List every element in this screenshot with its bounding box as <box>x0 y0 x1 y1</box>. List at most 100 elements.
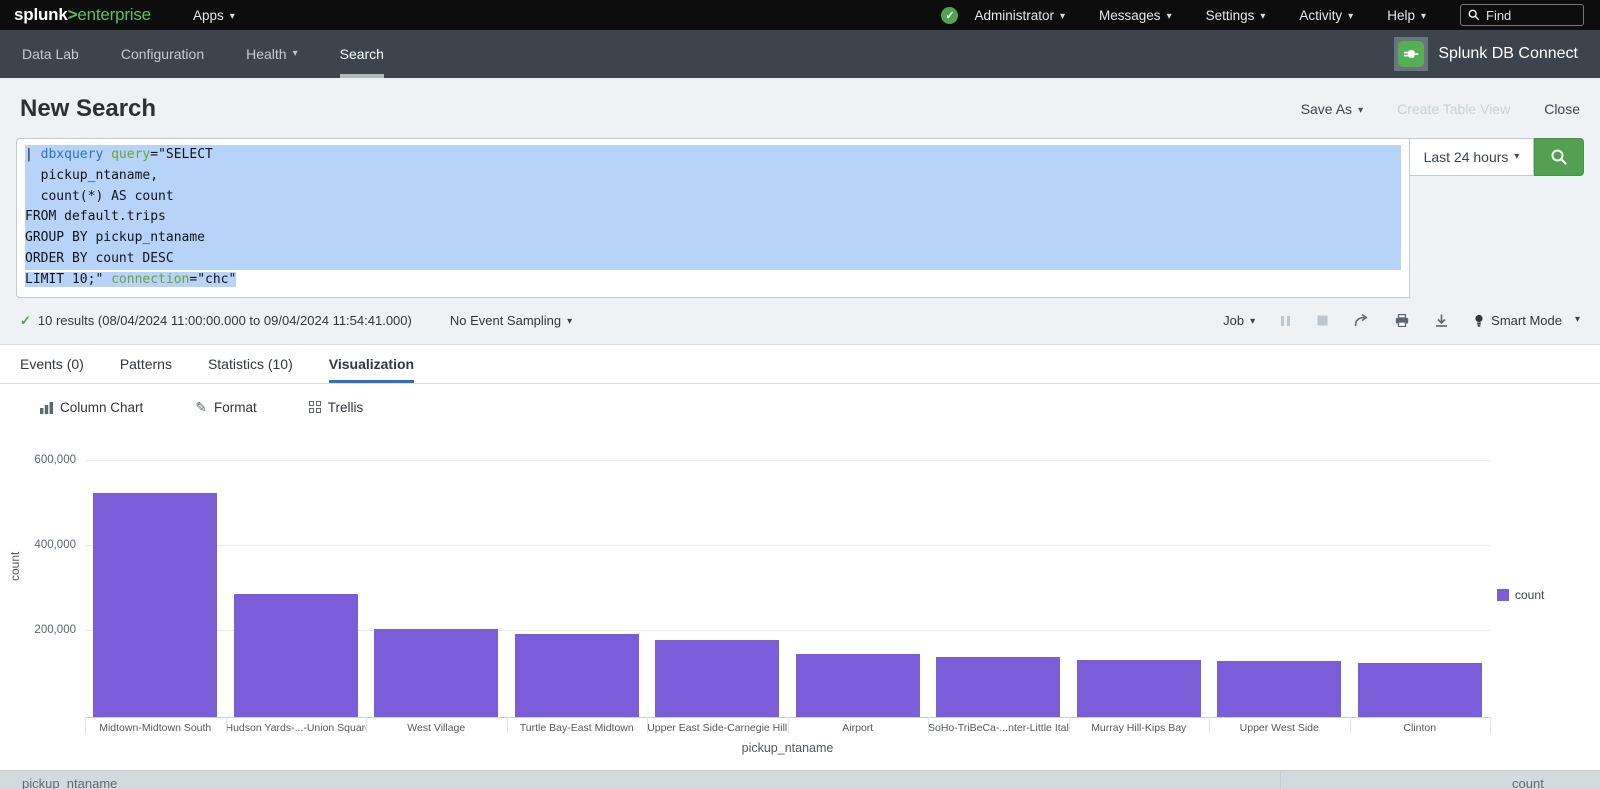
x-tick-label: Clinton <box>1350 722 1491 734</box>
query-line: | dbxquery query="SELECT <box>25 145 1401 166</box>
tab-statistics[interactable]: Statistics (10) <box>208 345 293 383</box>
chart-bar[interactable] <box>374 629 498 717</box>
lightbulb-icon <box>1474 314 1484 328</box>
job-done-check-icon: ✓ <box>20 313 31 329</box>
column-chart: count pickup_ntaname count 200,000400,00… <box>0 431 1600 761</box>
job-menu[interactable]: Job <box>1223 313 1255 328</box>
query-line: LIMIT 10;" connection="chc" <box>25 270 1401 291</box>
job-status-bar: ✓ 10 results (08/04/2024 11:00:00.000 to… <box>16 298 1584 344</box>
x-tick-mark <box>928 717 929 733</box>
run-search-button[interactable] <box>1534 138 1584 176</box>
appbar-spacer <box>426 30 1394 78</box>
x-tick-mark <box>1490 717 1491 733</box>
stop-icon[interactable] <box>1317 315 1328 326</box>
logo-splunk-text: splunk <box>14 5 68 24</box>
appnav-item-search[interactable]: Search <box>340 30 384 78</box>
print-icon[interactable] <box>1395 314 1409 327</box>
x-tick-label: Murray Hill-Kips Bay <box>1069 722 1210 734</box>
find-search-box[interactable] <box>1460 4 1584 26</box>
x-axis-title: pickup_ntaname <box>85 741 1490 755</box>
chart-bar[interactable] <box>93 493 217 717</box>
format-menu[interactable]: Format <box>195 399 257 416</box>
x-tick-label: Upper West Side <box>1209 722 1350 734</box>
menu-messages[interactable]: Messages <box>1099 8 1172 23</box>
menu-activity[interactable]: Activity <box>1299 8 1353 23</box>
apps-menu[interactable]: Apps <box>193 8 235 23</box>
health-status-icon[interactable] <box>941 7 958 24</box>
save-as-button[interactable]: Save As <box>1301 101 1363 117</box>
chart-bar[interactable] <box>655 640 779 717</box>
x-tick-mark <box>85 717 86 733</box>
x-tick-mark <box>1209 717 1210 733</box>
appnav-item-health[interactable]: Health <box>246 30 298 78</box>
gridline <box>85 545 1490 546</box>
y-tick-label: 400,000 <box>0 539 76 551</box>
close-button[interactable]: Close <box>1544 101 1580 117</box>
x-tick-label: SoHo-TriBeCa-...nter-Little Italy <box>928 722 1069 734</box>
appnav-item-configuration[interactable]: Configuration <box>121 30 204 78</box>
trellis-menu[interactable]: Trellis <box>309 400 364 415</box>
column-chart-icon <box>40 401 53 414</box>
x-tick-label: West Village <box>366 722 507 734</box>
event-sampling-menu[interactable]: No Event Sampling <box>450 313 572 328</box>
export-icon[interactable] <box>1435 314 1448 327</box>
legend-label-count: count <box>1515 588 1544 602</box>
chart-legend[interactable]: count <box>1497 588 1544 602</box>
results-summary: 10 results (08/04/2024 11:00:00.000 to 0… <box>38 313 412 328</box>
x-tick-mark <box>788 717 789 733</box>
check-icon <box>945 6 954 24</box>
viz-controls: Column Chart Format Trellis <box>0 384 1600 431</box>
menu-settings[interactable]: Settings <box>1206 8 1266 23</box>
x-tick-mark <box>366 717 367 733</box>
search-icon <box>1550 148 1568 166</box>
app-identity[interactable]: Splunk DB Connect <box>1394 30 1578 78</box>
chart-type-picker[interactable]: Column Chart <box>40 400 143 415</box>
x-tick-label: Midtown-Midtown South <box>85 722 226 734</box>
search-mode-menu[interactable]: Smart Mode <box>1474 313 1580 328</box>
chart-bar[interactable] <box>1077 660 1201 717</box>
logo-enterprise-text: enterprise <box>77 5 151 24</box>
chart-bar[interactable] <box>796 654 920 717</box>
x-tick-label: Hudson Yards-...-Union Square <box>226 722 367 734</box>
top-nav: splunk>enterprise Apps Administrator Mes… <box>0 0 1600 30</box>
chart-bar[interactable] <box>234 594 358 717</box>
plot-area[interactable] <box>85 461 1490 717</box>
query-line: pickup_ntaname, <box>25 166 1401 187</box>
chart-bar[interactable] <box>1358 663 1482 717</box>
share-icon[interactable] <box>1354 314 1369 327</box>
gridline <box>85 460 1490 461</box>
chart-bar[interactable] <box>936 657 1060 717</box>
search-icon <box>1468 9 1480 21</box>
menu-administrator[interactable]: Administrator <box>974 8 1065 23</box>
splunk-logo[interactable]: splunk>enterprise <box>14 5 151 25</box>
appnav-item-data-lab[interactable]: Data Lab <box>22 30 79 78</box>
header-actions: Save As Create Table View Close <box>1301 101 1580 117</box>
search-page: New Search Save As Create Table View Clo… <box>0 78 1600 344</box>
table-column-divider <box>1280 771 1281 789</box>
logo-gt: > <box>68 5 78 24</box>
app-nav: Data Lab Configuration Health Search Spl… <box>0 30 1600 78</box>
create-table-view-button: Create Table View <box>1397 101 1510 117</box>
chart-bar[interactable] <box>1217 661 1341 717</box>
pause-icon[interactable] <box>1281 315 1291 327</box>
x-tick-mark <box>507 717 508 733</box>
x-tick-mark <box>647 717 648 733</box>
query-line: ORDER BY count DESC <box>25 249 1401 270</box>
chart-bar[interactable] <box>515 634 639 717</box>
page-header: New Search Save As Create Table View Clo… <box>16 78 1584 138</box>
tab-events[interactable]: Events (0) <box>20 345 84 383</box>
x-tick-label: Upper East Side-Carnegie Hill <box>647 722 788 734</box>
time-range-picker[interactable]: Last 24 hours <box>1410 138 1534 176</box>
x-tick-mark <box>1069 717 1070 733</box>
find-input[interactable] <box>1486 8 1576 23</box>
app-title: Splunk DB Connect <box>1438 45 1578 63</box>
table-col-count: count <box>1512 776 1544 789</box>
search-query[interactable]: | dbxquery query="SELECT pickup_ntaname,… <box>16 138 1410 298</box>
table-col-pickup-ntaname: pickup_ntaname <box>22 776 117 789</box>
tab-visualization[interactable]: Visualization <box>329 345 414 383</box>
statistics-table-header[interactable]: pickup_ntaname count <box>0 770 1600 789</box>
menu-help[interactable]: Help <box>1387 8 1426 23</box>
query-line: count(*) AS count <box>25 187 1401 208</box>
x-tick-mark <box>226 717 227 733</box>
tab-patterns[interactable]: Patterns <box>120 345 172 383</box>
